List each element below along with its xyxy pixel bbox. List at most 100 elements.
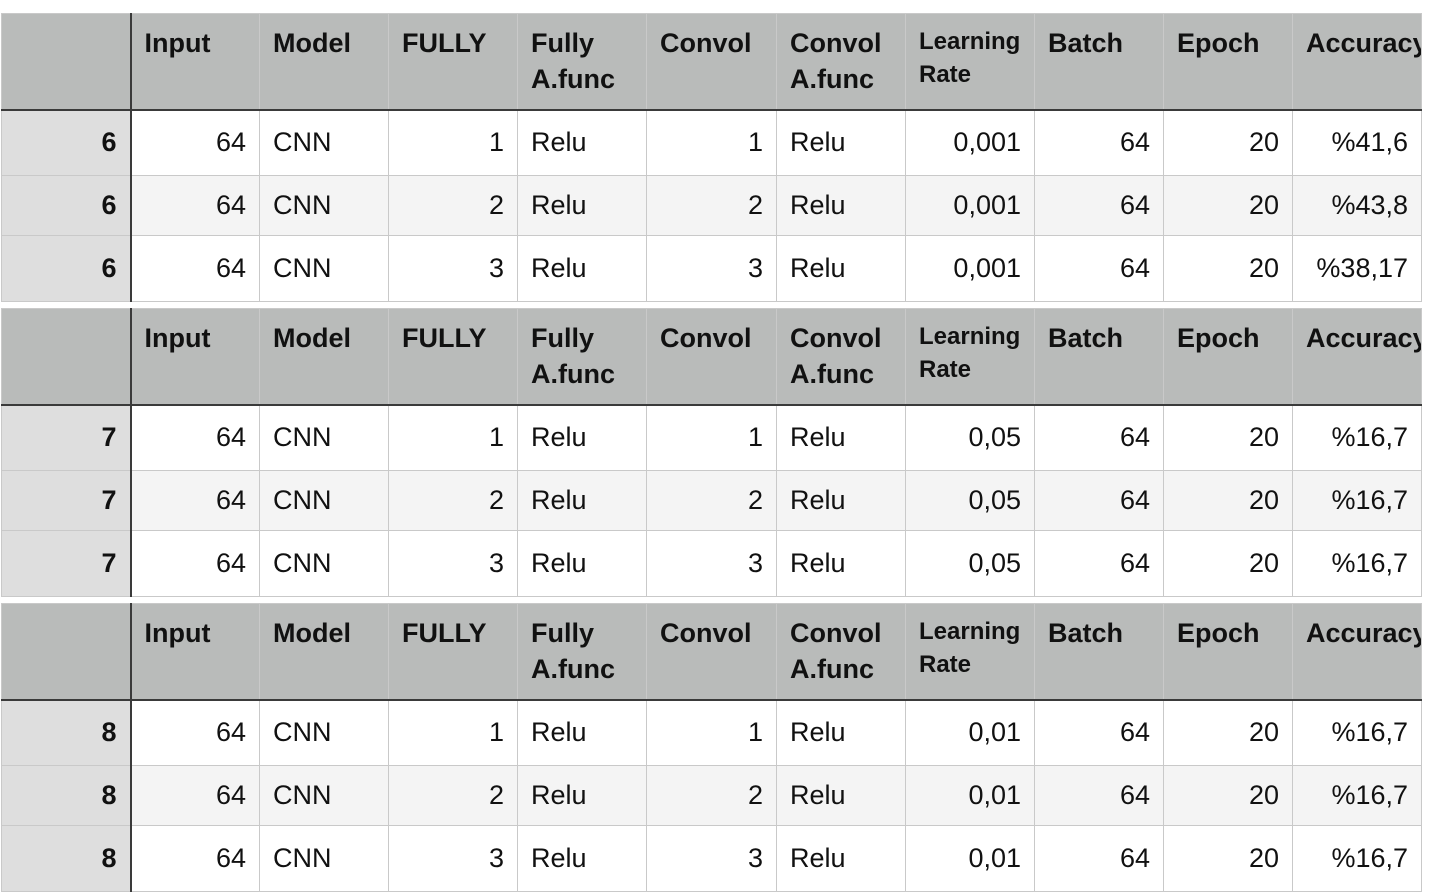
header-accuracy[interactable]: Accuracy (1292, 603, 1422, 701)
cell-convol-afunc[interactable]: Relu (776, 404, 906, 471)
header-model[interactable]: Model (259, 308, 389, 406)
cell-fully[interactable]: 3 (388, 825, 518, 892)
cell-fully-afunc[interactable]: Relu (517, 470, 647, 531)
cell-model[interactable]: CNN (259, 235, 389, 302)
header-fully[interactable]: FULLY (388, 308, 518, 406)
cell-fully[interactable]: 1 (388, 699, 518, 766)
header-accuracy[interactable]: Accuracy (1292, 308, 1422, 406)
header-convol[interactable]: Convol (646, 13, 777, 111)
cell-convol-afunc[interactable]: Relu (776, 530, 906, 597)
cell-input[interactable]: 64 (130, 470, 260, 531)
header-convol-afunc[interactable]: Convol A.func (776, 13, 906, 111)
row-header[interactable]: 7 (1, 404, 132, 471)
header-input[interactable]: Input (130, 308, 260, 406)
cell-convol[interactable]: 1 (646, 404, 777, 471)
cell-accuracy[interactable]: %41,6 (1292, 109, 1422, 176)
cell-accuracy[interactable]: %38,17 (1292, 235, 1422, 302)
row-header[interactable]: 6 (1, 235, 132, 302)
cell-epoch[interactable]: 20 (1163, 765, 1293, 826)
header-epoch[interactable]: Epoch (1163, 603, 1293, 701)
row-header[interactable]: 8 (1, 765, 132, 826)
cell-fully-afunc[interactable]: Relu (517, 235, 647, 302)
cell-accuracy[interactable]: %16,7 (1292, 765, 1422, 826)
cell-convol-afunc[interactable]: Relu (776, 470, 906, 531)
header-convol[interactable]: Convol (646, 308, 777, 406)
cell-batch[interactable]: 64 (1034, 404, 1164, 471)
cell-convol[interactable]: 3 (646, 235, 777, 302)
cell-model[interactable]: CNN (259, 109, 389, 176)
cell-convol-afunc[interactable]: Relu (776, 235, 906, 302)
cell-accuracy[interactable]: %16,7 (1292, 404, 1422, 471)
header-batch[interactable]: Batch (1034, 308, 1164, 406)
cell-fully-afunc[interactable]: Relu (517, 825, 647, 892)
cell-batch[interactable]: 64 (1034, 530, 1164, 597)
cell-batch[interactable]: 64 (1034, 235, 1164, 302)
cell-fully-afunc[interactable]: Relu (517, 765, 647, 826)
cell-epoch[interactable]: 20 (1163, 235, 1293, 302)
cell-model[interactable]: CNN (259, 825, 389, 892)
header-input[interactable]: Input (130, 13, 260, 111)
cell-input[interactable]: 64 (130, 175, 260, 236)
row-header[interactable]: 7 (1, 530, 132, 597)
cell-batch[interactable]: 64 (1034, 175, 1164, 236)
cell-model[interactable]: CNN (259, 530, 389, 597)
header-fully[interactable]: FULLY (388, 603, 518, 701)
header-learning-rate[interactable]: Learning Rate (905, 13, 1035, 111)
cell-fully[interactable]: 3 (388, 530, 518, 597)
cell-convol-afunc[interactable]: Relu (776, 699, 906, 766)
cell-epoch[interactable]: 20 (1163, 175, 1293, 236)
cell-input[interactable]: 64 (130, 530, 260, 597)
cell-fully-afunc[interactable]: Relu (517, 109, 647, 176)
header-fully-afunc[interactable]: Fully A.func (517, 13, 647, 111)
cell-convol[interactable]: 1 (646, 109, 777, 176)
row-header[interactable]: 6 (1, 175, 132, 236)
cell-learning-rate[interactable]: 0,001 (905, 109, 1035, 176)
cell-convol[interactable]: 1 (646, 699, 777, 766)
header-epoch[interactable]: Epoch (1163, 308, 1293, 406)
header-model[interactable]: Model (259, 13, 389, 111)
header-fully-afunc[interactable]: Fully A.func (517, 603, 647, 701)
cell-fully-afunc[interactable]: Relu (517, 530, 647, 597)
cell-convol-afunc[interactable]: Relu (776, 765, 906, 826)
cell-learning-rate[interactable]: 0,05 (905, 470, 1035, 531)
cell-accuracy[interactable]: %16,7 (1292, 699, 1422, 766)
cell-fully-afunc[interactable]: Relu (517, 175, 647, 236)
cell-epoch[interactable]: 20 (1163, 109, 1293, 176)
cell-convol[interactable]: 3 (646, 825, 777, 892)
cell-learning-rate[interactable]: 0,01 (905, 765, 1035, 826)
cell-accuracy[interactable]: %16,7 (1292, 530, 1422, 597)
cell-input[interactable]: 64 (130, 825, 260, 892)
cell-fully[interactable]: 1 (388, 404, 518, 471)
row-header[interactable]: 7 (1, 470, 132, 531)
header-convol-afunc[interactable]: Convol A.func (776, 603, 906, 701)
header-epoch[interactable]: Epoch (1163, 13, 1293, 111)
cell-input[interactable]: 64 (130, 699, 260, 766)
cell-batch[interactable]: 64 (1034, 699, 1164, 766)
cell-fully-afunc[interactable]: Relu (517, 404, 647, 471)
cell-batch[interactable]: 64 (1034, 765, 1164, 826)
cell-convol[interactable]: 2 (646, 765, 777, 826)
cell-learning-rate[interactable]: 0,01 (905, 825, 1035, 892)
header-batch[interactable]: Batch (1034, 603, 1164, 701)
header-learning-rate[interactable]: Learning Rate (905, 308, 1035, 406)
cell-epoch[interactable]: 20 (1163, 825, 1293, 892)
header-convol[interactable]: Convol (646, 603, 777, 701)
row-header[interactable]: 8 (1, 699, 132, 766)
header-model[interactable]: Model (259, 603, 389, 701)
cell-fully-afunc[interactable]: Relu (517, 699, 647, 766)
cell-model[interactable]: CNN (259, 404, 389, 471)
cell-fully[interactable]: 1 (388, 109, 518, 176)
cell-convol-afunc[interactable]: Relu (776, 825, 906, 892)
cell-convol[interactable]: 3 (646, 530, 777, 597)
header-input[interactable]: Input (130, 603, 260, 701)
cell-model[interactable]: CNN (259, 470, 389, 531)
cell-batch[interactable]: 64 (1034, 109, 1164, 176)
cell-accuracy[interactable]: %16,7 (1292, 825, 1422, 892)
cell-fully[interactable]: 3 (388, 235, 518, 302)
header-learning-rate[interactable]: Learning Rate (905, 603, 1035, 701)
cell-learning-rate[interactable]: 0,05 (905, 404, 1035, 471)
cell-fully[interactable]: 2 (388, 765, 518, 826)
cell-input[interactable]: 64 (130, 235, 260, 302)
cell-model[interactable]: CNN (259, 175, 389, 236)
cell-learning-rate[interactable]: 0,001 (905, 175, 1035, 236)
